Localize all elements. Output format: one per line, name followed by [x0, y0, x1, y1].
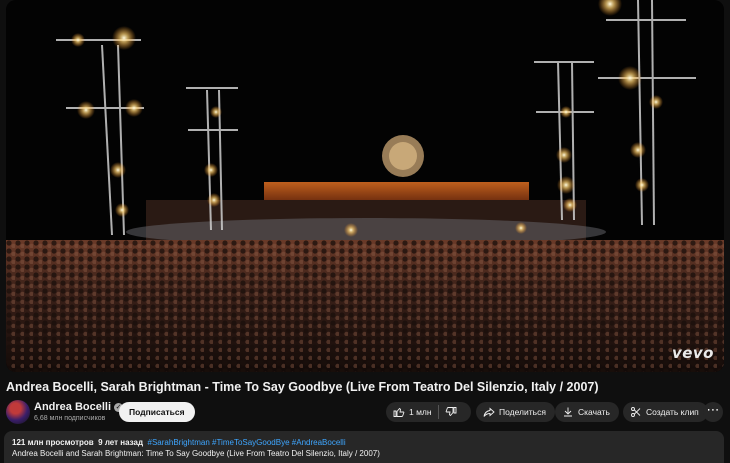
like-count[interactable]: 1 млн: [409, 402, 432, 422]
channel-name-text[interactable]: Andrea Bocelli: [34, 401, 111, 413]
more-icon[interactable]: ⋯: [703, 402, 723, 422]
video-player[interactable]: vevo: [6, 0, 724, 372]
create-clip-label: Создать клип: [646, 407, 699, 417]
avatar[interactable]: [6, 400, 30, 424]
download-button[interactable]: Скачать: [555, 402, 619, 422]
video-frame-concert: [6, 0, 724, 372]
video-title: Andrea Bocelli, Sarah Brightman - Time T…: [6, 380, 599, 394]
hashtag-link[interactable]: #AndreaBocelli: [292, 438, 346, 447]
share-label: Поделиться: [499, 407, 546, 417]
channel-actions-row: Andrea Bocelli ✓ 6,68 млн подписчиков Под…: [6, 400, 724, 426]
download-label: Скачать: [578, 407, 610, 417]
subscribe-button[interactable]: Подписаться: [119, 402, 195, 422]
share-button[interactable]: Поделиться: [476, 402, 555, 422]
vevo-watermark: vevo: [671, 344, 714, 362]
channel-name[interactable]: Andrea Bocelli ✓: [34, 401, 124, 413]
download-icon: [564, 407, 572, 417]
hashtag-link[interactable]: #TimeToSayGoodBye: [212, 438, 290, 447]
subscriber-count: 6,68 млн подписчиков: [34, 415, 106, 422]
scissors-icon: [631, 407, 641, 417]
like-divider: [437, 405, 439, 419]
hashtag-link[interactable]: #SarahBrightman: [148, 438, 210, 447]
create-clip-button[interactable]: Создать клип: [623, 402, 708, 422]
dislike-icon[interactable]: [445, 406, 457, 418]
description-box[interactable]: 121 млн просмотров 9 лет назад #SarahBri…: [4, 431, 724, 463]
description-text: Andrea Bocelli and Sarah Brightman: Time…: [12, 449, 380, 458]
view-count: 121 млн просмотров: [12, 438, 94, 447]
upload-age: 9 лет назад: [98, 438, 144, 447]
share-icon: [483, 407, 495, 417]
like-icon[interactable]: [393, 406, 405, 418]
like-dislike-group: 1 млн: [386, 402, 471, 422]
